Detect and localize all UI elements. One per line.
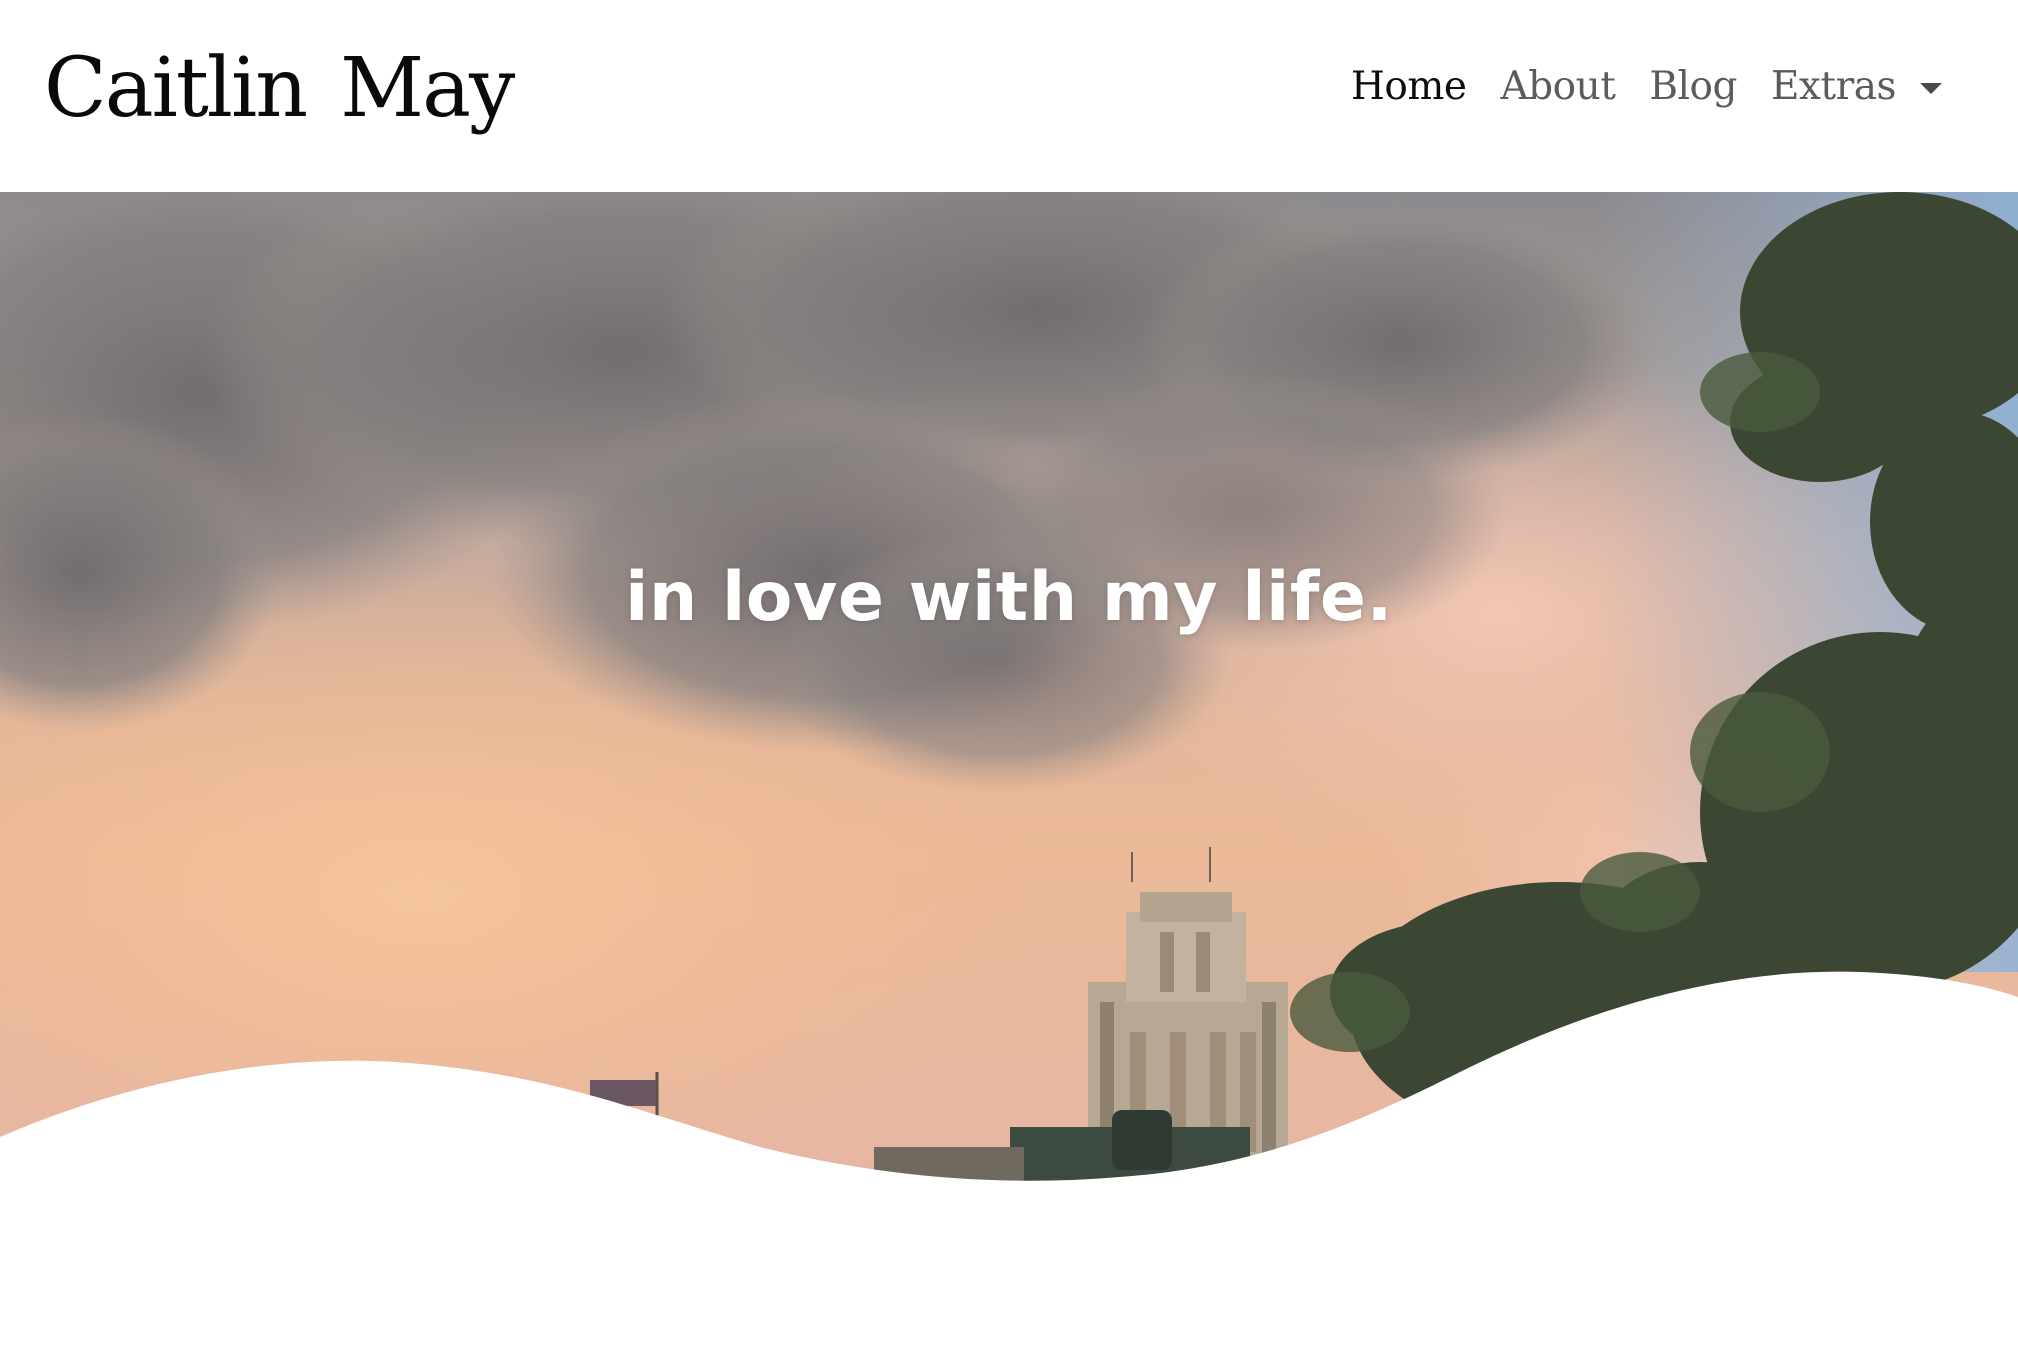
nav-about[interactable]: About xyxy=(1500,62,1615,112)
site-logo[interactable]: Caitlin May xyxy=(44,40,515,138)
site-header: Caitlin May Home About Blog Extras xyxy=(0,0,2018,192)
main-nav: Home About Blog Extras xyxy=(1351,62,1942,112)
wave-divider xyxy=(0,971,2018,1192)
caret-down-icon[interactable] xyxy=(1920,82,1942,94)
nav-extras-dropdown[interactable]: Extras xyxy=(1771,62,1942,112)
nav-home[interactable]: Home xyxy=(1351,62,1467,112)
hero-section: in love with my life. xyxy=(0,192,2018,1192)
nav-extras[interactable]: Extras xyxy=(1771,62,1897,112)
nav-blog[interactable]: Blog xyxy=(1649,62,1737,112)
